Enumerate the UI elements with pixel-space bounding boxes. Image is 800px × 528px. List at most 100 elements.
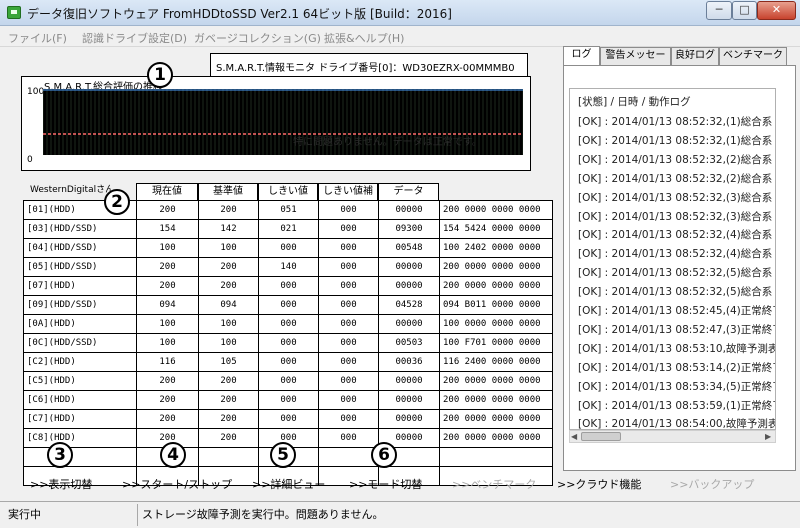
title-bar: データ復旧ソフトウェア FromHDDtoSSD Ver2.1 64ビット版 […	[0, 0, 800, 26]
table-cell: 000	[318, 352, 379, 372]
table-cell: 200 0000 0000 0000	[439, 276, 553, 296]
attribute-id-cell: [C5](HDD)	[23, 371, 137, 391]
table-cell: 021	[258, 219, 319, 239]
table-cell: 100 F701 0000 0000	[439, 333, 553, 353]
log-pane: [状態] / 日時 / 動作ログ [OK] : 2014/01/13 08:52…	[563, 65, 796, 471]
table-cell: 100	[136, 333, 199, 353]
callout-6: 6	[371, 442, 397, 468]
table-cell: 000	[258, 352, 319, 372]
chart-overlay-text: 特に問題ありません。データは正常です。	[293, 135, 482, 148]
table-cell: 000	[318, 333, 379, 353]
table-row: [07](HDD) 200 200 000 000 00000 200 0000 0000 …	[23, 276, 553, 296]
table-cell: 000	[318, 428, 379, 448]
table-cell: 000	[258, 371, 319, 391]
tab-warnings[interactable]: 警告メッセージ	[600, 47, 671, 77]
table-cell: 000	[318, 238, 379, 258]
table-cell: 000	[258, 276, 319, 296]
log-entry: [OK] : 2014/01/13 08:52:32,(5)総合系	[578, 286, 773, 299]
tab-benchmark[interactable]: ベンチマーク	[719, 47, 787, 65]
tab-good-log[interactable]: 良好ログ	[671, 47, 719, 65]
scroll-left-icon[interactable]: ◀	[571, 432, 577, 441]
menu-garbage-collection[interactable]: ガベージコレクション(G)	[194, 30, 321, 46]
callout-4: 4	[160, 442, 186, 468]
log-entry: [OK] : 2014/01/13 08:53:14,(2)正常終了	[578, 361, 776, 374]
table-cell: 00000	[378, 371, 440, 391]
menu-bar: ファイル(F) 認識ドライブ設定(D) ガベージコレクション(G) 拡張&ヘルプ…	[0, 27, 800, 47]
table-cell: 154 5424 0000 0000	[439, 219, 553, 239]
scroll-right-icon[interactable]: ▶	[765, 432, 771, 441]
smart-monitor-label: S.M.A.R.T.情報モニタ ドライブ番号[0]：WD30EZRX-00MMM…	[210, 53, 528, 77]
minimize-button[interactable]: ─	[706, 1, 732, 20]
tab-log[interactable]: ログ	[563, 46, 600, 66]
log-horizontal-scrollbar[interactable]: ◀ ▶	[569, 430, 776, 443]
attribute-id-cell: [04](HDD/SSD)	[23, 238, 137, 258]
table-cell: 000	[258, 238, 319, 258]
table-cell: 000	[318, 390, 379, 410]
log-entry: [OK] : 2014/01/13 08:52:32,(2)総合系	[578, 172, 773, 185]
start-stop-button[interactable]: >>スタート/ストップ	[122, 476, 232, 492]
table-cell: 100	[136, 314, 199, 334]
log-vertical-scrollbar[interactable]: ▲ ▼	[775, 89, 776, 430]
status-state: 実行中	[8, 508, 41, 521]
table-cell: 200	[198, 276, 259, 296]
attribute-id-cell: [07](HDD)	[23, 276, 137, 296]
menu-drive-settings[interactable]: 認識ドライブ設定(D)	[82, 30, 187, 46]
table-cell: 116 2400 0000 0000	[439, 352, 553, 372]
table-row: [0C](HDD/SSD) 100 100 000 000 00503 100 F701 0…	[23, 333, 553, 353]
table-cell: 200 0000 0000 0000	[439, 371, 553, 391]
attribute-id-cell: [C8](HDD)	[23, 428, 137, 448]
log-entry: [OK] : 2014/01/13 08:53:10,故障予測表	[578, 342, 776, 355]
callout-3: 3	[47, 442, 73, 468]
table-cell: 200 0000 0000 0000	[439, 257, 553, 277]
table-cell: 116	[136, 352, 199, 372]
table-cell: 000	[318, 409, 379, 429]
close-button[interactable]: ✕	[757, 1, 796, 20]
detail-view-button[interactable]: >>詳細ビュー	[252, 476, 325, 492]
table-row: [04](HDD/SSD) 100 100 000 000 00548 100 2402 0…	[23, 238, 553, 258]
attribute-id-cell: [C7](HDD)	[23, 409, 137, 429]
log-horizontal-scroll-thumb[interactable]	[581, 432, 621, 441]
mode-switch-button[interactable]: >>モード切替	[349, 476, 422, 492]
log-entry: [OK] : 2014/01/13 08:52:32,(1)総合系	[578, 116, 773, 128]
table-cell: 200	[198, 200, 259, 220]
menu-file[interactable]: ファイル(F)	[8, 30, 67, 46]
log-tab-strip: ログ 警告メッセージ 良好ログ ベンチマーク	[563, 46, 797, 77]
benchmark-button[interactable]: >>ベンチマーク	[452, 476, 536, 492]
table-row: [C6](HDD) 200 200 000 000 00000 200 0000 0000 …	[23, 390, 553, 410]
log-entry: [OK] : 2014/01/13 08:53:59,(1)正常終了	[578, 399, 776, 412]
table-cell: 000	[318, 295, 379, 315]
table-cell: 094 B011 0000 0000	[439, 295, 553, 315]
table-cell: 200	[136, 200, 199, 220]
log-header: [状態] / 日時 / 動作ログ	[578, 96, 691, 108]
table-row: [C5](HDD) 200 200 000 000 00000 200 0000 0000 …	[23, 371, 553, 391]
table-row: [01](HDD) 200 200 051 000 00000 200 0000 0000 …	[23, 200, 553, 220]
table-cell: 00000	[378, 200, 440, 220]
table-cell: 00000	[378, 390, 440, 410]
maximize-button[interactable]: □	[732, 1, 757, 20]
table-cell: 200 0000 0000 0000	[439, 200, 553, 220]
chart-plot-area: 特に問題ありません。データは正常です。	[42, 89, 524, 155]
table-cell: 105	[198, 352, 259, 372]
log-entry: [OK] : 2014/01/13 08:54:00,故障予測表	[578, 418, 776, 430]
table-cell: 051	[258, 200, 319, 220]
cloud-function-button[interactable]: >>クラウド機能	[557, 476, 641, 492]
y-tick-min: 0	[27, 155, 33, 165]
log-list[interactable]: [状態] / 日時 / 動作ログ [OK] : 2014/01/13 08:52…	[569, 88, 776, 430]
table-cell: 00000	[378, 257, 440, 277]
table-cell: 000	[318, 371, 379, 391]
attribute-id-cell: [C6](HDD)	[23, 390, 137, 410]
menu-extensions-help[interactable]: 拡張&ヘルプ(H)	[324, 30, 404, 46]
backup-button[interactable]: >>バックアップ	[670, 476, 754, 492]
table-cell: 142	[198, 219, 259, 239]
status-bar: 実行中 ストレージ故障予測を実行中。問題ありません。	[0, 501, 800, 528]
table-cell	[318, 447, 379, 467]
table-cell: 200	[136, 276, 199, 296]
attribute-id-cell: [05](HDD/SSD)	[23, 257, 137, 277]
col-header-threshold-correction: しきい値補正	[318, 183, 378, 213]
table-cell: 09300	[378, 219, 440, 239]
table-cell: 200 0000 0000 0000	[439, 428, 553, 448]
toggle-display-button[interactable]: >>表示切替	[30, 476, 92, 492]
table-cell: 100 0000 0000 0000	[439, 314, 553, 334]
attribute-id-cell: [0C](HDD/SSD)	[23, 333, 137, 353]
table-cell: 200	[136, 371, 199, 391]
